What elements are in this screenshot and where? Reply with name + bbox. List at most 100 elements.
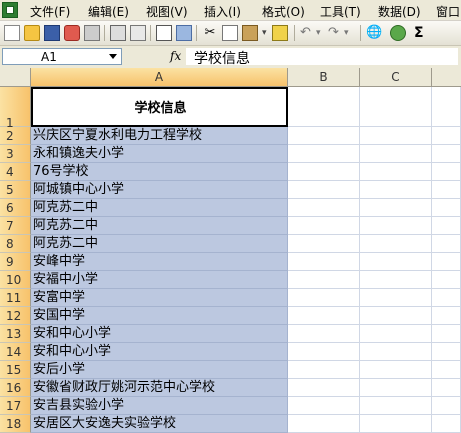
excel-app-icon[interactable]: [2, 2, 18, 18]
row-header[interactable]: 7: [0, 217, 31, 235]
row-header[interactable]: 1: [0, 87, 31, 130]
table-cell[interactable]: [288, 253, 360, 271]
table-cell[interactable]: [432, 181, 461, 199]
table-cell[interactable]: [360, 87, 432, 127]
table-cell[interactable]: [360, 145, 432, 163]
spelling-icon[interactable]: [156, 25, 172, 41]
row-header[interactable]: 8: [0, 235, 31, 253]
open-icon[interactable]: [24, 25, 40, 41]
menu-insert[interactable]: 插入(I): [204, 3, 241, 20]
table-cell[interactable]: [288, 379, 360, 397]
table-cell[interactable]: [432, 325, 461, 343]
table-cell[interactable]: 76号学校: [31, 163, 288, 181]
paste-icon[interactable]: [242, 25, 258, 41]
format-painter-icon[interactable]: [272, 25, 288, 41]
menu-file[interactable]: 文件(F): [30, 3, 70, 20]
table-cell[interactable]: [432, 145, 461, 163]
table-cell[interactable]: [288, 217, 360, 235]
row-header[interactable]: 5: [0, 181, 31, 199]
insert-link-icon[interactable]: [390, 25, 406, 41]
table-cell[interactable]: [360, 199, 432, 217]
table-cell[interactable]: 安徽省财政厅姚河示范中心学校: [31, 379, 288, 397]
research-book-icon[interactable]: [176, 25, 192, 41]
table-cell[interactable]: [288, 397, 360, 415]
chevron-down-icon[interactable]: [109, 54, 117, 59]
table-cell[interactable]: [360, 289, 432, 307]
select-all-corner[interactable]: [0, 68, 31, 87]
row-header[interactable]: 2: [0, 127, 31, 145]
autosum-icon[interactable]: Σ: [414, 25, 430, 41]
row-header[interactable]: 17: [0, 397, 31, 415]
table-cell[interactable]: [360, 253, 432, 271]
table-cell[interactable]: [432, 397, 461, 415]
redo-dropdown-icon[interactable]: ▾: [344, 25, 360, 41]
table-cell[interactable]: 安居区大安逸夫实验学校: [31, 415, 288, 433]
table-cell[interactable]: [432, 127, 461, 145]
table-cell[interactable]: [288, 181, 360, 199]
row-header[interactable]: 6: [0, 199, 31, 217]
column-header-b[interactable]: B: [288, 68, 360, 87]
table-cell[interactable]: [432, 253, 461, 271]
table-cell[interactable]: [288, 343, 360, 361]
formula-input[interactable]: 学校信息: [186, 48, 458, 67]
row-header[interactable]: 15: [0, 361, 31, 379]
table-cell[interactable]: [288, 163, 360, 181]
table-cell[interactable]: [288, 127, 360, 145]
table-cell[interactable]: 阿克苏二中: [31, 235, 288, 253]
table-cell[interactable]: [288, 271, 360, 289]
row-header[interactable]: 12: [0, 307, 31, 325]
table-cell[interactable]: 阿克苏二中: [31, 199, 288, 217]
table-cell[interactable]: 安后小学: [31, 361, 288, 379]
row-header[interactable]: 13: [0, 325, 31, 343]
table-cell[interactable]: [360, 415, 432, 433]
row-header[interactable]: 3: [0, 145, 31, 163]
table-cell[interactable]: 安峰中学: [31, 253, 288, 271]
save-icon[interactable]: [44, 25, 60, 41]
row-header[interactable]: 16: [0, 379, 31, 397]
table-cell[interactable]: [288, 307, 360, 325]
table-cell[interactable]: [432, 343, 461, 361]
row-header[interactable]: 18: [0, 415, 31, 433]
new-icon[interactable]: [4, 25, 20, 41]
menu-format[interactable]: 格式(O): [262, 3, 305, 20]
column-header-c[interactable]: C: [360, 68, 432, 87]
table-cell[interactable]: 永和镇逸夫小学: [31, 145, 288, 163]
table-cell[interactable]: [360, 217, 432, 235]
row-header[interactable]: 4: [0, 163, 31, 181]
table-cell[interactable]: [432, 87, 461, 127]
table-cell[interactable]: [432, 361, 461, 379]
row-header[interactable]: 10: [0, 271, 31, 289]
table-cell[interactable]: [360, 379, 432, 397]
table-cell[interactable]: [360, 307, 432, 325]
table-cell[interactable]: [360, 181, 432, 199]
table-cell[interactable]: [432, 307, 461, 325]
table-cell[interactable]: 阿克苏二中: [31, 217, 288, 235]
name-box[interactable]: A1: [2, 48, 122, 65]
cell-a1-active[interactable]: 学校信息: [31, 87, 288, 127]
table-cell[interactable]: [288, 199, 360, 217]
row-header[interactable]: 11: [0, 289, 31, 307]
table-cell[interactable]: 安福中小学: [31, 271, 288, 289]
print-preview-icon[interactable]: [110, 25, 126, 41]
table-cell[interactable]: [432, 415, 461, 433]
table-cell[interactable]: [432, 235, 461, 253]
table-cell[interactable]: [432, 217, 461, 235]
table-cell[interactable]: [288, 361, 360, 379]
table-cell[interactable]: [360, 163, 432, 181]
table-cell[interactable]: [360, 343, 432, 361]
insert-function-icon[interactable]: fx: [170, 49, 181, 63]
table-cell[interactable]: [288, 145, 360, 163]
row-header[interactable]: 9: [0, 253, 31, 271]
table-cell[interactable]: [432, 199, 461, 217]
table-cell[interactable]: [432, 379, 461, 397]
table-cell[interactable]: [360, 127, 432, 145]
redo-icon[interactable]: ↷: [328, 25, 344, 41]
menu-tools[interactable]: 工具(T): [320, 3, 361, 20]
table-cell[interactable]: 阿城镇中心小学: [31, 181, 288, 199]
table-cell[interactable]: 安吉县实验小学: [31, 397, 288, 415]
undo-icon[interactable]: ↶: [300, 25, 316, 41]
table-cell[interactable]: 安和中心小学: [31, 343, 288, 361]
table-cell[interactable]: 安和中心小学: [31, 325, 288, 343]
column-header-d[interactable]: [432, 68, 461, 87]
hyperlink-icon[interactable]: 🌐: [366, 25, 382, 41]
